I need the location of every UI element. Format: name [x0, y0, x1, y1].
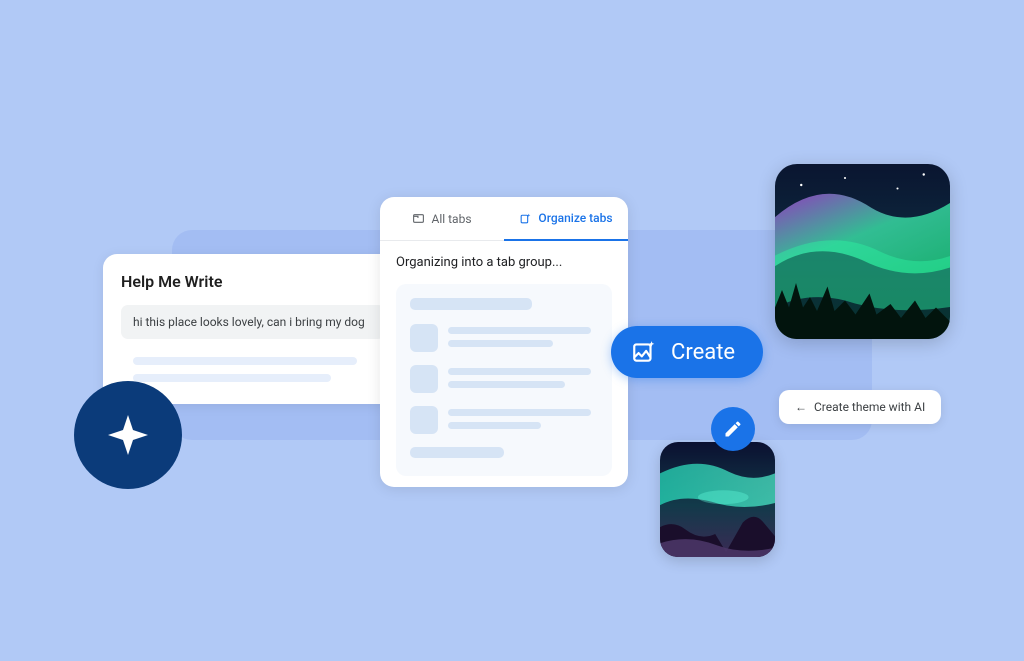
placeholder-line	[448, 368, 591, 375]
placeholder-line	[133, 357, 357, 365]
placeholder-line	[448, 340, 553, 347]
aurora-illustration	[660, 442, 775, 557]
help-me-write-card: Help Me Write hi this place looks lovely…	[103, 254, 403, 404]
list-item	[410, 406, 598, 435]
arrow-left-icon: ←	[795, 400, 807, 414]
sparkle-star-icon	[104, 411, 152, 459]
image-sparkle-icon	[631, 339, 657, 365]
pencil-icon	[723, 419, 743, 439]
aurora-image-large	[775, 164, 950, 339]
placeholder-line	[448, 422, 541, 429]
edit-button[interactable]	[711, 407, 755, 451]
tab-organize-tabs[interactable]: Organize tabs	[504, 197, 628, 241]
aurora-image-small	[660, 442, 775, 557]
create-theme-label: Create theme with AI	[814, 400, 925, 414]
create-button-label: Create	[671, 340, 735, 365]
tab-all-label: All tabs	[431, 212, 471, 226]
organize-body: Organizing into a tab group...	[380, 241, 628, 476]
placeholder-line	[410, 447, 504, 458]
tab-icon	[412, 212, 425, 225]
tab-organize-label: Organize tabs	[538, 211, 612, 225]
organize-tabs-tabbar: All tabs Organize tabs	[380, 197, 628, 241]
create-theme-chip[interactable]: ← Create theme with AI	[779, 390, 941, 424]
list-item	[410, 365, 598, 394]
help-me-write-input[interactable]: hi this place looks lovely, can i bring …	[121, 305, 385, 339]
sparkle-icon	[519, 212, 532, 225]
favicon-placeholder	[410, 365, 438, 393]
placeholder-line	[133, 374, 331, 382]
help-me-write-title: Help Me Write	[121, 272, 385, 291]
organize-status-text: Organizing into a tab group...	[396, 255, 612, 270]
placeholder-line	[448, 381, 565, 388]
ai-star-badge	[74, 381, 182, 489]
tab-all-tabs[interactable]: All tabs	[380, 197, 504, 240]
organize-tabs-card: All tabs Organize tabs Organizing into a…	[380, 197, 628, 487]
favicon-placeholder	[410, 324, 438, 352]
placeholder-line	[448, 409, 591, 416]
placeholder-line	[410, 298, 532, 310]
list-item	[410, 324, 598, 353]
favicon-placeholder	[410, 406, 438, 434]
placeholder-line	[448, 327, 591, 334]
aurora-illustration	[775, 164, 950, 339]
organize-group-preview	[396, 284, 612, 476]
create-button[interactable]: Create	[611, 326, 763, 378]
